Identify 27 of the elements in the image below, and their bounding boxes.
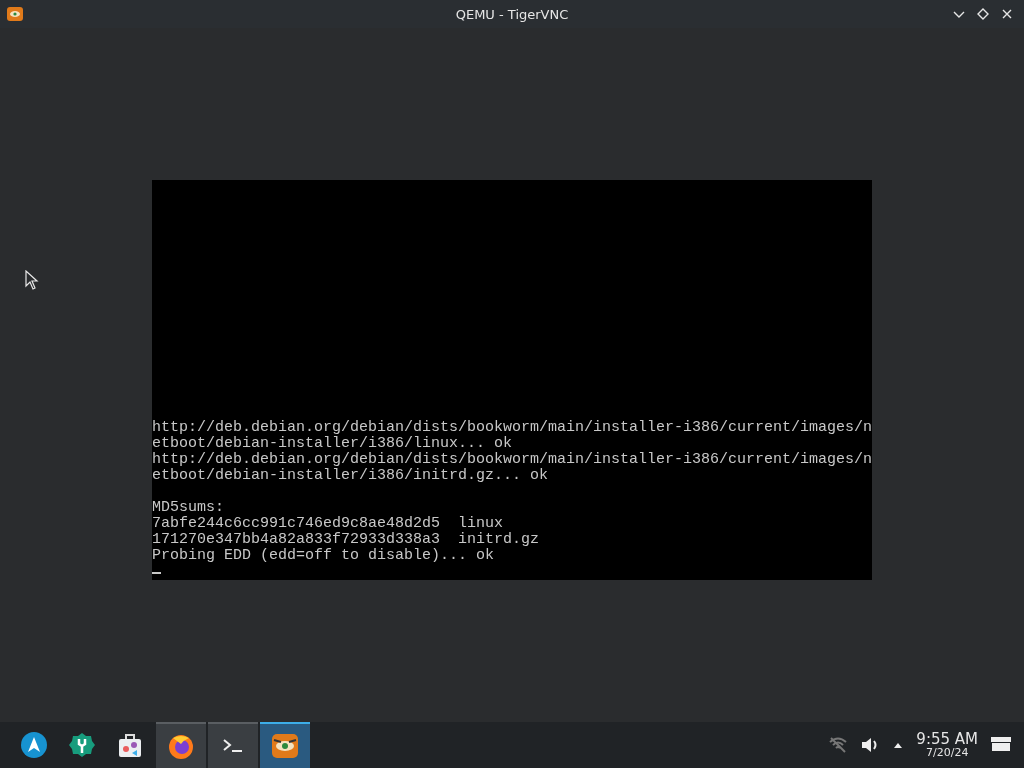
tiger-icon — [6, 5, 24, 23]
task-button[interactable] — [156, 722, 206, 768]
console-line: http://deb.debian.org/debian/dists/bookworm/main/installer-i386/current/images/n — [152, 420, 872, 436]
task-button[interactable] — [260, 722, 310, 768]
console-line: etboot/debian-installer/i386/linux... ok — [152, 436, 514, 452]
console-line: http://deb.debian.org/debian/dists/bookworm/main/installer-i386/current/images/n — [152, 452, 872, 468]
task-button[interactable] — [208, 722, 258, 768]
network-disconnected-icon[interactable] — [828, 735, 849, 755]
console-line: MD5sums: — [152, 500, 225, 516]
wrench-gear-icon — [68, 731, 96, 759]
arch-logo-icon — [20, 731, 48, 759]
console-line: 7abfe244c6cc991c746ed9c8ae48d2d5 linux — [152, 516, 505, 532]
text-cursor — [152, 572, 161, 574]
clock-date: 7/20/24 — [925, 747, 969, 760]
fox-globe-icon — [167, 732, 195, 760]
mouse-pointer-icon — [25, 270, 39, 290]
console-line: Probing EDD (edd=off to disable)... ok — [152, 548, 496, 564]
console-line: 171270e347bb4a82a833f72933d338a3 initrd.gz — [152, 532, 541, 548]
clock[interactable]: 9:55 AM 7/20/24 — [916, 730, 978, 760]
shopping-bag-icon — [116, 731, 144, 759]
close-button[interactable] — [1000, 7, 1014, 21]
console-line: etboot/debian-installer/i386/initrd.gz... ok — [152, 468, 550, 484]
window-title: QEMU - TigerVNC — [455, 6, 569, 22]
console-display[interactable] — [152, 180, 872, 580]
clock-time: 9:55 AM — [916, 730, 978, 748]
tiger-icon — [271, 732, 299, 760]
maximize-button[interactable] — [976, 7, 990, 21]
